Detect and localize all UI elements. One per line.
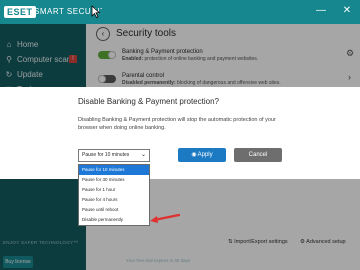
option-disable-permanently[interactable]: Disable permanently [79, 215, 149, 225]
select-value: Pause for 10 minutes [82, 152, 130, 158]
disable-dialog: Disable Banking & Payment protection? Di… [0, 87, 360, 179]
mouse-cursor-icon [91, 5, 100, 18]
duration-options-list: Pause for 10 minutes Pause for 30 minute… [78, 164, 150, 226]
chevron-down-icon: ⌄ [140, 152, 146, 158]
minimize-button[interactable]: — [314, 4, 328, 18]
option-pause-4-hours[interactable]: Pause for 4 hours [79, 195, 149, 205]
apply-button[interactable]: ◉Apply [178, 148, 226, 162]
dialog-title: Disable Banking & Payment protection? [78, 97, 219, 106]
option-pause-1-hour[interactable]: Pause for 1 hour [79, 185, 149, 195]
annotation-arrow-icon [150, 213, 180, 223]
option-pause-30-min[interactable]: Pause for 30 minutes [79, 175, 149, 185]
title-bar: ESET SMART SECURITY — ✕ [0, 0, 360, 24]
shield-icon: ◉ [191, 152, 197, 158]
eset-logo: ESET [4, 6, 36, 18]
dialog-message: Disabling Banking & Payment protection w… [78, 117, 276, 131]
option-pause-10-min[interactable]: Pause for 10 minutes [79, 165, 149, 175]
cancel-button[interactable]: Cancel [234, 148, 282, 162]
duration-select[interactable]: Pause for 10 minutes ⌄ [78, 149, 150, 162]
option-pause-until-reboot[interactable]: Pause until reboot [79, 205, 149, 215]
close-button[interactable]: ✕ [340, 4, 354, 18]
